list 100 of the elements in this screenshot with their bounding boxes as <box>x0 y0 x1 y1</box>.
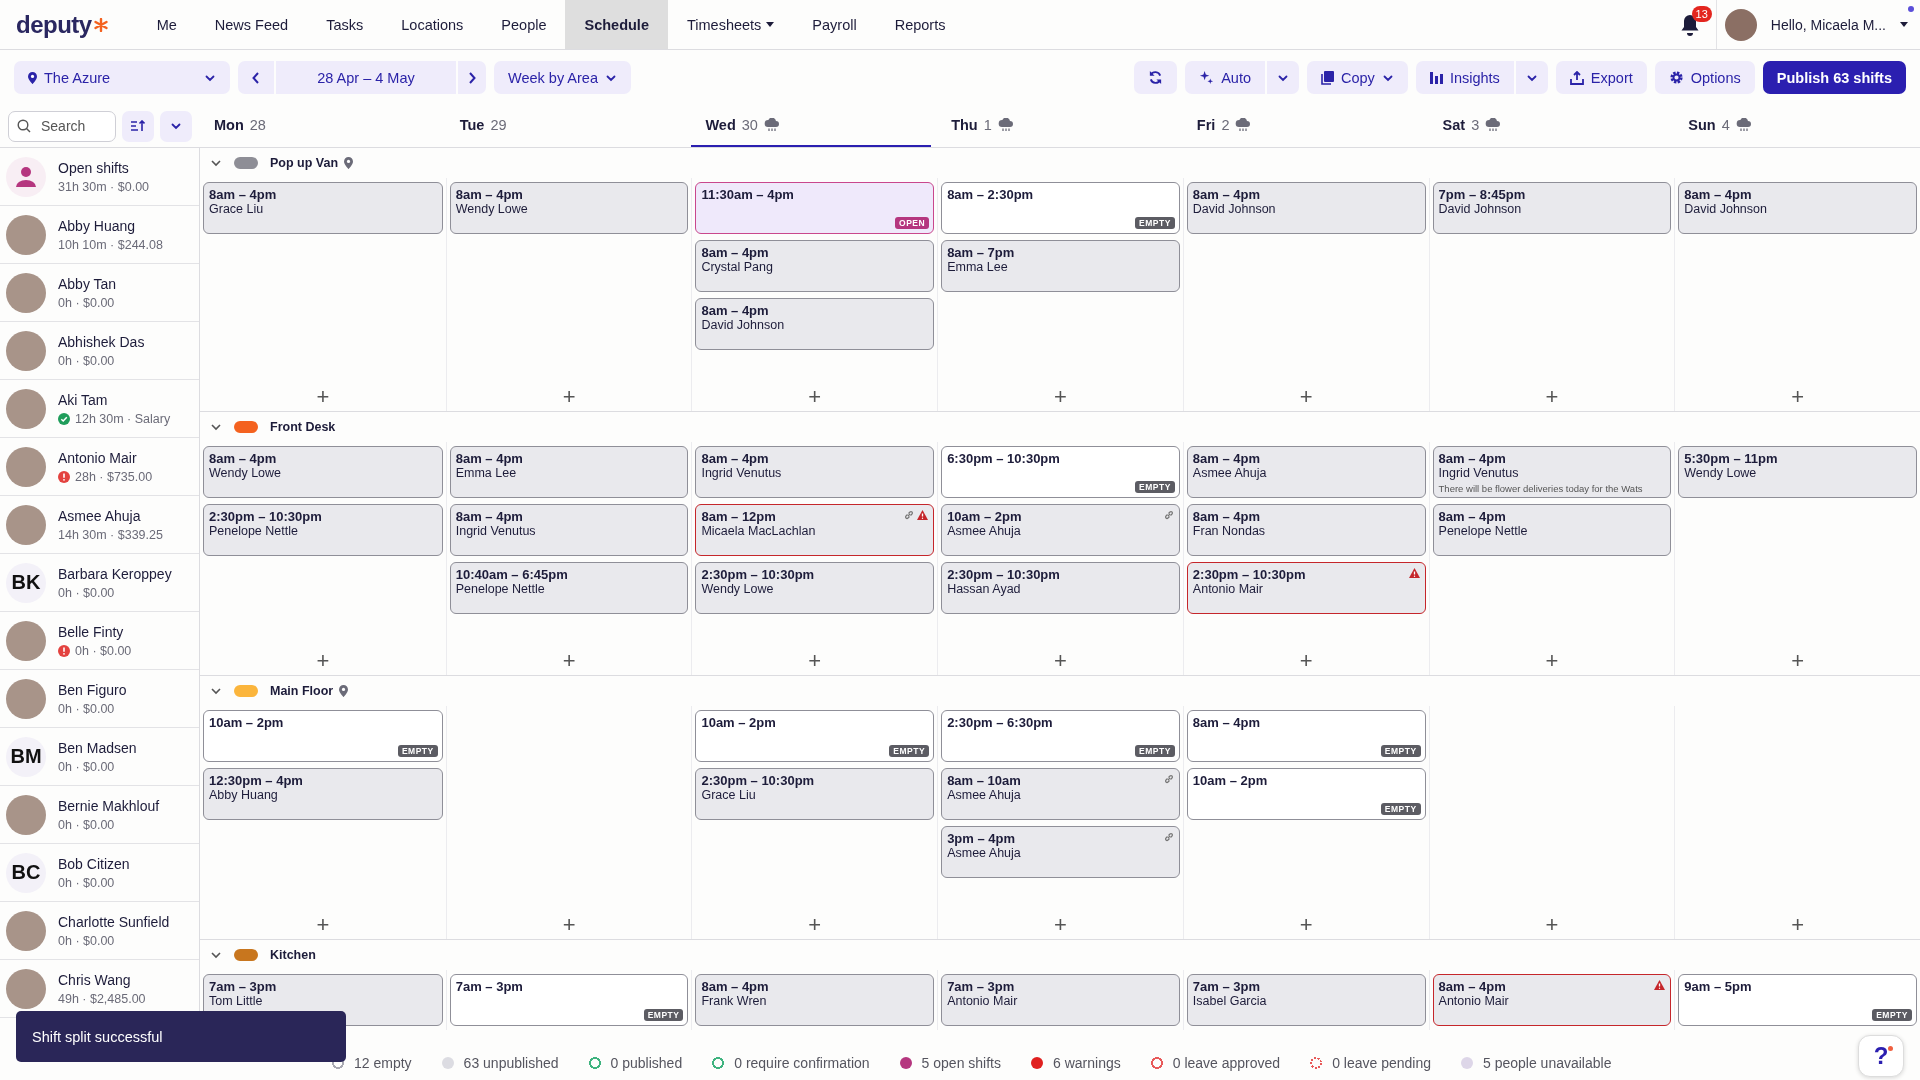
shift-card[interactable]: 8am – 4pm David Johnson <box>1186 182 1426 234</box>
employee-row[interactable]: Belle Finty 0h · $0.00 <box>0 612 199 670</box>
shift-card[interactable]: 8am – 4pm Ingrid Venutus There will be flower deliveries today for the Wats <box>1432 446 1672 498</box>
add-shift-button[interactable]: + <box>1299 387 1313 407</box>
logo-text[interactable]: deputy <box>16 10 92 39</box>
shift-card[interactable]: 7am – 3pm Antonio Mair <box>941 974 1180 1026</box>
employee-row[interactable]: Asmee Ahuja 14h 30m · $339.25 <box>0 496 199 554</box>
add-shift-button[interactable]: + <box>808 651 822 671</box>
shift-card[interactable]: 8am – 4pm David Johnson <box>695 298 935 350</box>
add-shift-button[interactable]: + <box>562 651 576 671</box>
shift-card[interactable]: 3pm – 4pm Asmee Ahuja <box>941 826 1180 878</box>
action-button[interactable]: Export <box>1555 61 1647 94</box>
sort-button[interactable] <box>122 110 155 142</box>
empty-shift-card[interactable]: 8am – 4pm EMPTY <box>1186 710 1426 762</box>
shift-card[interactable]: 10:40am – 6:45pm Penelope Nettle <box>449 562 689 614</box>
add-shift-button[interactable]: + <box>1791 387 1805 407</box>
add-shift-button[interactable]: + <box>808 387 822 407</box>
action-button[interactable]: Insights <box>1415 61 1514 94</box>
location-dropdown[interactable]: The Azure <box>14 61 230 94</box>
employee-row[interactable]: Bernie Makhlouf 0h · $0.00 <box>0 786 199 844</box>
nav-tab[interactable]: Tasks <box>307 0 383 49</box>
shift-card[interactable]: 8am – 4pm Crystal Pang <box>695 240 935 292</box>
employee-row[interactable]: Aki Tam 12h 30m · Salary <box>0 380 199 438</box>
employee-row[interactable]: Abby Tan 0h · $0.00 <box>0 264 199 322</box>
nav-tab[interactable]: Schedule <box>565 0 668 49</box>
empty-shift-card[interactable]: 10am – 2pm EMPTY <box>695 710 935 762</box>
shift-card[interactable]: 8am – 4pm Ingrid Venutus <box>449 504 689 556</box>
nav-tab[interactable]: Me <box>137 0 196 49</box>
employee-row[interactable]: Antonio Mair 28h · $735.00 <box>0 438 199 496</box>
shift-card[interactable]: 8am – 4pm Frank Wren <box>695 974 935 1026</box>
shift-card[interactable]: 7am – 3pm Isabel Garcia <box>1186 974 1426 1026</box>
nav-tab[interactable]: Timesheets <box>667 0 794 49</box>
shift-card[interactable]: 10am – 2pm Asmee Ahuja <box>941 504 1180 556</box>
shift-card[interactable]: 5:30pm – 11pm Wendy Lowe <box>1678 446 1917 498</box>
add-shift-button[interactable]: + <box>562 915 576 935</box>
add-shift-button[interactable]: + <box>1545 651 1559 671</box>
empty-shift-card[interactable]: 10am – 2pm EMPTY <box>203 710 443 762</box>
next-week-button[interactable] <box>458 61 486 94</box>
nav-tab[interactable]: News Feed <box>195 0 308 49</box>
open-shift-card[interactable]: 11:30am – 4pm OPEN <box>695 182 935 234</box>
refresh-button[interactable] <box>1134 61 1178 94</box>
shift-card[interactable]: 8am – 12pm Micaela MacLachlan <box>695 504 935 556</box>
day-tab[interactable]: Sun 4 <box>1674 105 1914 147</box>
shift-card[interactable]: 8am – 4pm Grace Liu <box>203 182 443 234</box>
add-shift-button[interactable]: + <box>1791 651 1805 671</box>
employee-row[interactable]: Charlotte Sunfield 0h · $0.00 <box>0 902 199 960</box>
add-shift-button[interactable]: + <box>316 915 330 935</box>
add-shift-button[interactable]: + <box>1054 915 1067 935</box>
chevron-down-icon[interactable] <box>210 421 222 433</box>
employee-row[interactable]: Open shifts 31h 30m · $0.00 <box>0 148 199 206</box>
employee-row[interactable]: Abhishek Das 0h · $0.00 <box>0 322 199 380</box>
add-shift-button[interactable]: + <box>1054 651 1067 671</box>
add-shift-button[interactable]: + <box>1545 915 1559 935</box>
day-tab[interactable]: Wed 30 <box>691 105 932 147</box>
add-shift-button[interactable]: + <box>1791 915 1805 935</box>
shift-card[interactable]: 8am – 4pm Penelope Nettle <box>1432 504 1672 556</box>
day-tab[interactable]: Mon 28 <box>200 105 440 147</box>
date-range-button[interactable]: 28 Apr – 4 May <box>276 61 456 94</box>
shift-card[interactable]: 8am – 4pm Fran Nondas <box>1186 504 1426 556</box>
shift-card[interactable]: 8am – 4pm Wendy Lowe <box>203 446 443 498</box>
empty-shift-card[interactable]: 2:30pm – 6:30pm EMPTY <box>941 710 1180 762</box>
nav-tab[interactable]: People <box>482 0 566 49</box>
add-shift-button[interactable]: + <box>808 915 822 935</box>
shift-card[interactable]: 8am – 4pm Antonio Mair <box>1432 974 1672 1026</box>
shift-card[interactable]: 2:30pm – 10:30pm Grace Liu <box>695 768 935 820</box>
shift-card[interactable]: 8am – 10am Asmee Ahuja <box>941 768 1180 820</box>
caret-icon[interactable] <box>1900 22 1908 27</box>
shift-card[interactable]: 2:30pm – 10:30pm Antonio Mair <box>1186 562 1426 614</box>
employee-row[interactable]: Ben Figuro 0h · $0.00 <box>0 670 199 728</box>
shift-card[interactable]: 8am – 4pm Ingrid Venutus <box>695 446 935 498</box>
user-greeting[interactable]: Hello, Micaela M... <box>1770 16 1886 33</box>
nav-tab[interactable]: Locations <box>382 0 483 49</box>
search-input[interactable]: Search <box>39 117 103 135</box>
add-shift-button[interactable]: + <box>1299 651 1313 671</box>
add-shift-button[interactable]: + <box>562 387 576 407</box>
dropdown-button[interactable] <box>1515 61 1548 94</box>
add-shift-button[interactable]: + <box>316 387 330 407</box>
shift-card[interactable]: 2:30pm – 10:30pm Penelope Nettle <box>203 504 443 556</box>
empty-shift-card[interactable]: 9am – 5pm EMPTY <box>1678 974 1917 1026</box>
dropdown-button[interactable] <box>1267 61 1299 94</box>
action-button[interactable]: Copy <box>1307 61 1408 94</box>
shift-card[interactable]: 8am – 4pm Asmee Ahuja <box>1186 446 1426 498</box>
action-button[interactable]: Auto <box>1185 61 1265 94</box>
employee-row[interactable]: BM Ben Madsen 0h · $0.00 <box>0 728 199 786</box>
add-shift-button[interactable]: + <box>1545 387 1559 407</box>
shift-card[interactable]: 8am – 7pm Emma Lee <box>941 240 1180 292</box>
view-dropdown[interactable]: Week by Area <box>494 61 631 94</box>
day-tab[interactable]: Thu 1 <box>937 105 1177 147</box>
user-avatar[interactable] <box>1724 8 1757 41</box>
shift-card[interactable]: 2:30pm – 10:30pm Hassan Ayad <box>941 562 1180 614</box>
shift-card[interactable]: 2:30pm – 10:30pm Wendy Lowe <box>695 562 935 614</box>
employee-row[interactable]: BC Bob Citizen 0h · $0.00 <box>0 844 199 902</box>
help-button[interactable]: ? <box>1858 1035 1904 1077</box>
day-tab[interactable]: Tue 29 <box>445 105 686 147</box>
empty-shift-card[interactable]: 7am – 3pm EMPTY <box>449 974 689 1026</box>
shift-card[interactable]: 8am – 4pm David Johnson <box>1678 182 1917 234</box>
empty-shift-card[interactable]: 8am – 2:30pm EMPTY <box>941 182 1180 234</box>
shift-card[interactable]: 8am – 4pm Emma Lee <box>449 446 689 498</box>
empty-shift-card[interactable]: 10am – 2pm EMPTY <box>1186 768 1426 820</box>
nav-tab[interactable]: Payroll <box>793 0 876 49</box>
